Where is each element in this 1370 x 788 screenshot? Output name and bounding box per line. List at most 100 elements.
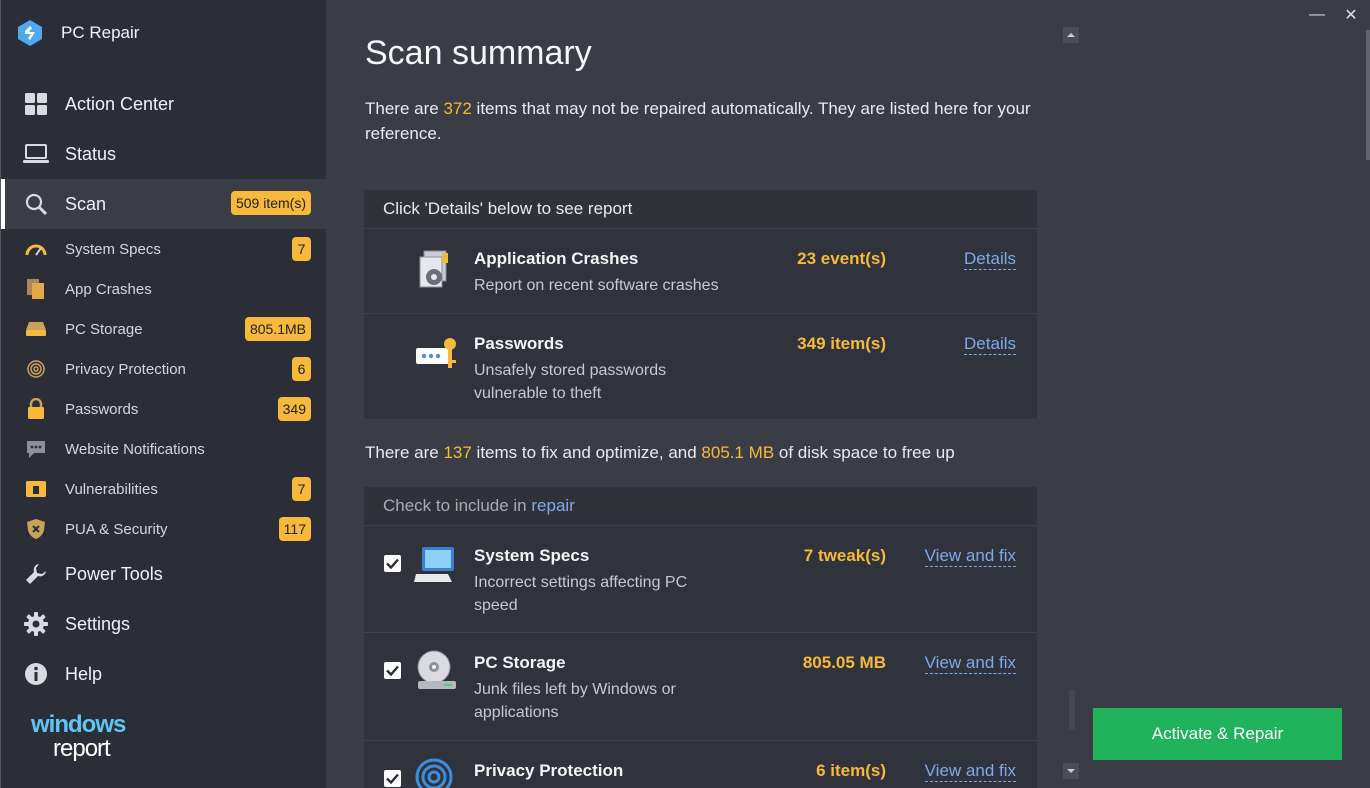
row-description: Report on recent software crashes (474, 277, 719, 294)
row-description: Unsafely stored passwords vulnerable to … (474, 362, 667, 402)
passwords-details-link[interactable]: Details (964, 334, 1016, 355)
close-button[interactable]: ✕ (1336, 4, 1366, 26)
nav-label: Settings (65, 613, 131, 634)
checkmark-icon (386, 773, 399, 784)
padlock-icon (25, 398, 47, 420)
nav-settings[interactable]: Settings (1, 599, 327, 649)
password-key-icon (416, 338, 456, 368)
system-specs-view-fix-link[interactable]: View and fix (924, 546, 1016, 567)
report-row-app-crashes: Application Crashes Report on recent sof… (364, 228, 1037, 313)
repair-panel-header: Check to include in repair (364, 487, 1037, 525)
page-title: Scan summary (365, 34, 592, 72)
nav-label: System Specs (65, 240, 161, 258)
report-panel: Click 'Details' below to see report Appl… (364, 190, 1037, 419)
row-title: Application Crashes (474, 249, 639, 268)
nav-badge: 7 (292, 477, 311, 501)
fix-summary-text: There are 137 items to fix and optimize,… (365, 443, 955, 463)
nav-pc-storage[interactable]: PC Storage 805.1MB (1, 309, 327, 349)
row-title: Passwords (474, 334, 564, 353)
intro-prefix: There are (365, 99, 444, 118)
row-description: Junk files left by Windows or applicatio… (474, 681, 676, 721)
speedometer-icon (25, 238, 47, 260)
intro-text: There are 372 items that may not be repa… (365, 96, 1045, 146)
system-specs-checkbox[interactable] (384, 555, 401, 572)
intro-count: 372 (443, 99, 472, 118)
nav-label: Help (65, 663, 103, 684)
row-count: 6 item(s) (816, 761, 886, 780)
brand-line-2: report (53, 735, 111, 762)
activate-repair-button[interactable]: Activate & Repair (1093, 708, 1342, 760)
nav-label: Vulnerabilities (65, 480, 158, 498)
row-count: 7 tweak(s) (803, 546, 886, 565)
app-crashes-details-link[interactable]: Details (964, 249, 1016, 270)
nav-power-tools[interactable]: Power Tools (1, 549, 327, 599)
scroll-up-button[interactable] (1063, 27, 1079, 43)
scrollbar-thumb[interactable] (1069, 690, 1075, 730)
nav-privacy-protection[interactable]: Privacy Protection 6 (1, 349, 327, 389)
fingerprint-icon (415, 758, 453, 788)
row-count: 23 event(s) (797, 249, 886, 268)
summary-suffix: of disk space to free up (774, 443, 955, 462)
pc-storage-view-fix-link[interactable]: View and fix (924, 653, 1016, 674)
repair-row-pc-storage: PC Storage Junk files left by Windows or… (364, 632, 1037, 740)
laptop-icon (23, 141, 49, 167)
gear-icon (23, 611, 49, 637)
window-controls: — ✕ (1300, 4, 1370, 26)
nav-label: Website Notifications (65, 440, 205, 458)
nav-badge: 805.1MB (244, 317, 311, 341)
pc-storage-checkbox[interactable] (384, 662, 401, 679)
nav-label: Power Tools (65, 563, 163, 584)
document-stack-icon (25, 278, 47, 300)
repair-panel: Check to include in repair System Specs … (364, 487, 1037, 788)
privacy-protection-checkbox[interactable] (384, 770, 401, 787)
nav-badge: 117 (278, 517, 311, 541)
nav-label: App Crashes (65, 280, 152, 298)
repair-row-system-specs: System Specs Incorrect settings affectin… (364, 525, 1037, 632)
report-panel-header: Click 'Details' below to see report (364, 190, 1037, 228)
app-logo-icon (18, 20, 42, 46)
nav-status[interactable]: Status (1, 129, 327, 179)
summary-size: 805.1 MB (701, 443, 775, 462)
row-description: Incorrect settings affecting PC speed (474, 574, 688, 614)
grid-icon (23, 91, 49, 117)
row-count: 349 item(s) (797, 334, 886, 353)
nav-label: Privacy Protection (65, 360, 186, 378)
repair-link[interactable]: repair (531, 496, 574, 516)
checkmark-icon (386, 665, 399, 676)
wrench-icon (23, 561, 49, 587)
shield-x-icon (25, 518, 47, 540)
nav-label: Scan (65, 193, 107, 214)
report-row-passwords: Passwords Unsafely stored passwords vuln… (364, 313, 1037, 419)
disc-drive-icon (417, 650, 456, 689)
nav-passwords[interactable]: Passwords 349 (1, 389, 327, 429)
chat-bubble-icon (25, 438, 47, 460)
computer-monitor-icon (414, 547, 454, 582)
minimize-button[interactable]: — (1302, 4, 1332, 26)
nav-system-specs[interactable]: System Specs 7 (1, 229, 327, 269)
nav-label: PC Storage (65, 320, 143, 338)
chevron-up-icon (1067, 33, 1075, 37)
nav-badge: 349 (277, 397, 311, 421)
info-icon (23, 661, 49, 687)
nav-badge: 7 (292, 237, 311, 261)
nav-app-crashes[interactable]: App Crashes (1, 269, 327, 309)
app-title: PC Repair (61, 23, 140, 42)
search-icon (23, 191, 49, 217)
row-title: PC Storage (474, 653, 566, 672)
summary-items: 137 (443, 443, 472, 462)
nav-vulnerabilities[interactable]: Vulnerabilities 7 (1, 469, 327, 509)
nav-action-center[interactable]: Action Center (1, 79, 327, 129)
lock-box-icon (25, 478, 47, 500)
nav-help[interactable]: Help (1, 649, 327, 699)
privacy-protection-view-fix-link[interactable]: View and fix (924, 761, 1016, 782)
hard-drive-icon (25, 318, 47, 340)
nav-label: Action Center (65, 93, 175, 114)
nav-website-notifications[interactable]: Website Notifications (1, 429, 327, 469)
nav-pua-security[interactable]: PUA & Security 117 (1, 509, 327, 549)
repair-header-prefix: Check to include in (383, 496, 527, 515)
fingerprint-icon (25, 358, 47, 380)
nav-label: Passwords (65, 400, 139, 418)
nav-scan[interactable]: Scan 509 item(s) (1, 179, 327, 229)
scan-count-badge: 509 item(s) (230, 191, 311, 215)
scroll-down-button[interactable] (1063, 763, 1079, 779)
